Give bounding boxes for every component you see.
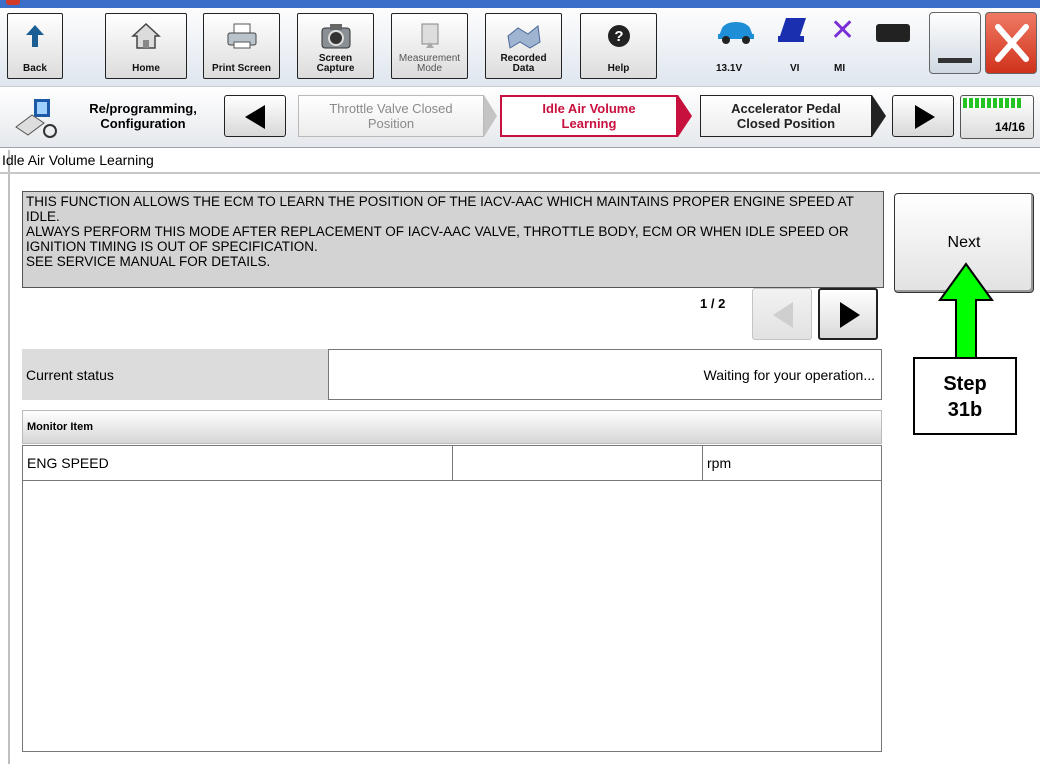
table-row[interactable]: ENG SPEED rpm bbox=[23, 446, 881, 481]
breadcrumb-step-idle-air-volume[interactable]: Idle Air Volume Learning bbox=[500, 95, 678, 137]
next-page-button[interactable] bbox=[818, 288, 878, 340]
monitor-item-header: Monitor Item bbox=[22, 410, 882, 444]
toolbar: Back Home Print Screen Screen Capture Me… bbox=[0, 8, 1040, 86]
printer-icon bbox=[204, 20, 279, 52]
app-logo-icon bbox=[6, 0, 20, 5]
recorded-data-button[interactable]: Recorded Data bbox=[485, 13, 562, 79]
breadcrumb-arrow bbox=[872, 95, 886, 137]
breadcrumb: Re/programming, Configuration Throttle V… bbox=[0, 86, 1040, 148]
left-margin-rule bbox=[8, 150, 10, 764]
back-arrow-icon bbox=[8, 20, 62, 52]
page-indicator: 1 / 2 bbox=[700, 296, 726, 311]
screen-capture-button[interactable]: Screen Capture bbox=[297, 13, 374, 79]
window-title-bar bbox=[0, 0, 1040, 8]
print-screen-button[interactable]: Print Screen bbox=[203, 13, 280, 79]
recorded-data-icon bbox=[486, 20, 561, 52]
step-annotation-label: Step 31b bbox=[913, 357, 1017, 435]
vi-interface-icon bbox=[776, 16, 810, 49]
step-progress: 14/16 bbox=[960, 95, 1034, 139]
previous-page-button[interactable] bbox=[752, 288, 812, 340]
current-status-label: Current status bbox=[22, 349, 328, 400]
help-button[interactable]: ? Help bbox=[580, 13, 657, 79]
close-icon bbox=[995, 24, 1029, 62]
green-arrow-annotation bbox=[938, 262, 994, 359]
minimize-icon bbox=[938, 58, 972, 63]
left-arrow-icon bbox=[245, 105, 265, 129]
breadcrumb-step-throttle-valve[interactable]: Throttle Valve Closed Position bbox=[298, 95, 484, 137]
monitor-item-unit: rpm bbox=[707, 455, 732, 471]
progress-bar bbox=[963, 98, 1021, 108]
reprogramming-icon bbox=[14, 97, 60, 146]
mi-disconnected-icon: ✕ bbox=[830, 14, 856, 47]
right-arrow-icon bbox=[915, 105, 935, 129]
instruction-message: THIS FUNCTION ALLOWS THE ECM TO LEARN TH… bbox=[22, 191, 884, 288]
camera-icon bbox=[298, 20, 373, 52]
next-step-button[interactable] bbox=[892, 95, 954, 137]
close-button[interactable] bbox=[985, 12, 1037, 74]
current-status-value: Waiting for your operation... bbox=[328, 349, 882, 400]
measurement-icon bbox=[392, 20, 467, 52]
car-icon bbox=[716, 18, 756, 49]
previous-step-button[interactable] bbox=[224, 95, 286, 137]
page-title: Idle Air Volume Learning bbox=[0, 150, 1040, 174]
status-indicators: 13.1V VI ✕ MI bbox=[710, 14, 918, 78]
section-label: Re/programming, Configuration bbox=[89, 101, 197, 131]
help-icon: ? bbox=[581, 20, 656, 52]
monitor-table: ENG SPEED rpm bbox=[22, 445, 882, 752]
monitor-item-name: ENG SPEED bbox=[23, 446, 453, 480]
breadcrumb-arrow bbox=[484, 95, 497, 137]
breadcrumb-step-accelerator-pedal[interactable]: Accelerator Pedal Closed Position bbox=[700, 95, 872, 137]
right-arrow-icon bbox=[840, 302, 860, 328]
battery-icon bbox=[876, 24, 910, 42]
left-arrow-icon bbox=[773, 302, 793, 328]
monitor-item-value bbox=[453, 446, 703, 480]
breadcrumb-current-arrow bbox=[678, 95, 692, 137]
home-icon bbox=[106, 20, 186, 52]
home-button[interactable]: Home bbox=[105, 13, 187, 79]
progress-counter: 14/16 bbox=[994, 120, 1025, 134]
back-button[interactable]: Back bbox=[7, 13, 63, 79]
measurement-mode-button[interactable]: Measurement Mode bbox=[391, 13, 468, 79]
minimize-button[interactable] bbox=[929, 12, 981, 74]
svg-text:?: ? bbox=[614, 28, 623, 45]
